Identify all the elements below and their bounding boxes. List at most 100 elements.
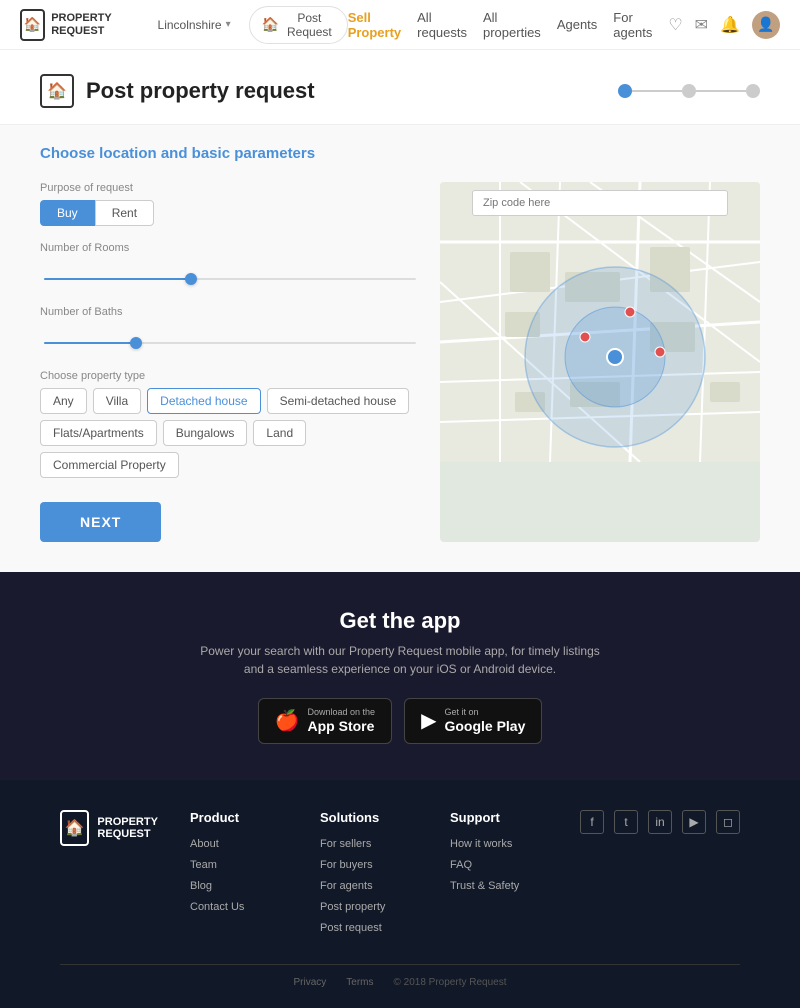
footer-cols: 🏠 PROPERTY REQUEST Product About Team Bl…: [60, 810, 740, 940]
baths-slider[interactable]: [40, 324, 420, 354]
footer-bottom: Privacy Terms © 2018 Property Request: [60, 964, 740, 988]
chevron-down-icon: ▾: [226, 19, 231, 30]
footer-solutions-links: For sellers For buyers For agents Post p…: [320, 835, 450, 934]
page-title-icon: 🏠: [40, 74, 74, 108]
footer-link-contact[interactable]: Contact Us: [190, 901, 244, 913]
app-store-button[interactable]: 🍎 Download on the App Store: [258, 698, 392, 744]
property-type-grid: Any Villa Detached house Semi-detached h…: [40, 388, 420, 478]
footer-product-title: Product: [190, 810, 320, 825]
footer-link-faq[interactable]: FAQ: [450, 859, 472, 871]
next-button[interactable]: NEXT: [40, 502, 161, 542]
footer-link-blog[interactable]: Blog: [190, 880, 212, 892]
prop-land[interactable]: Land: [253, 420, 306, 446]
purpose-field: Purpose of request Buy Rent: [40, 182, 420, 226]
footer-logo-col: 🏠 PROPERTY REQUEST: [60, 810, 190, 852]
google-play-small: Get it on: [444, 707, 525, 718]
prop-villa[interactable]: Villa: [93, 388, 141, 414]
rent-button[interactable]: Rent: [95, 200, 154, 226]
footer-col-support: Support How it works FAQ Trust & Safety: [450, 810, 580, 898]
next-btn-area: NEXT: [40, 502, 420, 542]
linkedin-icon[interactable]: in: [648, 810, 672, 834]
footer-product-links: About Team Blog Contact Us: [190, 835, 320, 913]
nav-sell-property[interactable]: Sell Property: [348, 10, 401, 40]
zip-code-input[interactable]: [472, 190, 728, 216]
nav-agents[interactable]: Agents: [557, 17, 597, 32]
footer-cta-description: Power your search with our Property Requ…: [200, 642, 600, 678]
post-request-icon: 🏠: [262, 16, 279, 33]
map-svg: [440, 182, 760, 462]
baths-label: Number of Baths: [40, 306, 420, 318]
heart-icon[interactable]: ♡: [668, 15, 682, 35]
footer-link-trust[interactable]: Trust & Safety: [450, 880, 519, 892]
nav-all-requests[interactable]: All requests: [417, 10, 467, 40]
prop-flats[interactable]: Flats/Apartments: [40, 420, 157, 446]
footer-link-for-buyers[interactable]: For buyers: [320, 859, 373, 871]
bell-icon[interactable]: 🔔: [720, 15, 740, 35]
footer-col-product: Product About Team Blog Contact Us: [190, 810, 320, 919]
footer-link-how-it-works[interactable]: How it works: [450, 838, 512, 850]
facebook-icon[interactable]: f: [580, 810, 604, 834]
mail-icon[interactable]: ✉: [695, 15, 708, 35]
progress-steps: [618, 84, 760, 98]
step-line-1: [632, 90, 682, 92]
footer-link-post-request[interactable]: Post request: [320, 922, 382, 934]
rooms-fill: [44, 278, 193, 280]
rooms-thumb[interactable]: [185, 273, 197, 285]
purpose-btn-group: Buy Rent: [40, 200, 420, 226]
step-1-dot: [618, 84, 632, 98]
rooms-track: [44, 278, 416, 280]
prop-detached[interactable]: Detached house: [147, 388, 260, 414]
google-play-button[interactable]: ▶ Get it on Google Play: [404, 698, 542, 744]
instagram-icon[interactable]: ◻: [716, 810, 740, 834]
app-store-name: App Store: [308, 718, 375, 734]
footer-social: f t in ▶ ◻: [580, 810, 740, 834]
main-content: Choose location and basic parameters Pur…: [0, 125, 800, 572]
page-title: Post property request: [86, 78, 315, 104]
prop-semi-detached[interactable]: Semi-detached house: [267, 388, 410, 414]
rooms-label: Number of Rooms: [40, 242, 420, 254]
prop-any[interactable]: Any: [40, 388, 87, 414]
post-request-button[interactable]: 🏠 Post Request: [249, 6, 348, 44]
youtube-icon[interactable]: ▶: [682, 810, 706, 834]
form-map-row: Purpose of request Buy Rent Number of Ro…: [40, 182, 760, 542]
footer-cta-title: Get the app: [40, 608, 760, 634]
map-container[interactable]: [440, 182, 760, 542]
post-request-label: Post Request: [284, 11, 335, 39]
footer-link-team[interactable]: Team: [190, 859, 217, 871]
google-play-icon: ▶: [421, 708, 436, 733]
nav-for-agents[interactable]: For agents: [613, 10, 652, 40]
step-2-dot: [682, 84, 696, 98]
buy-button[interactable]: Buy: [40, 200, 95, 226]
prop-bungalows[interactable]: Bungalows: [163, 420, 248, 446]
avatar[interactable]: 👤: [752, 11, 780, 39]
footer-logo-text: PROPERTY REQUEST: [97, 816, 190, 840]
step-3-dot: [746, 84, 760, 98]
footer-link-about[interactable]: About: [190, 838, 219, 850]
page-header: 🏠 Post property request: [0, 50, 800, 125]
rooms-slider[interactable]: [40, 260, 420, 290]
baths-track: [44, 342, 416, 344]
nav-all-properties[interactable]: All properties: [483, 10, 541, 40]
twitter-icon[interactable]: t: [614, 810, 638, 834]
property-type-label: Choose property type: [40, 370, 420, 382]
footer-cta: Get the app Power your search with our P…: [0, 572, 800, 780]
logo-text: PROPERTY REQUEST: [51, 12, 139, 36]
footer-terms-link[interactable]: Terms: [346, 977, 373, 988]
header: 🏠 PROPERTY REQUEST Lincolnshire ▾ 🏠 Post…: [0, 0, 800, 50]
prop-commercial[interactable]: Commercial Property: [40, 452, 179, 478]
baths-field: Number of Baths: [40, 306, 420, 354]
store-buttons: 🍎 Download on the App Store ▶ Get it on …: [40, 698, 760, 744]
footer-link-for-agents[interactable]: For agents: [320, 880, 373, 892]
logo[interactable]: 🏠 PROPERTY REQUEST: [20, 9, 140, 41]
baths-thumb[interactable]: [130, 337, 142, 349]
footer-privacy-link[interactable]: Privacy: [293, 977, 326, 988]
property-type-field: Choose property type Any Villa Detached …: [40, 370, 420, 478]
footer-link-post-property[interactable]: Post property: [320, 901, 385, 913]
google-play-name: Google Play: [444, 718, 525, 734]
footer-link-for-sellers[interactable]: For sellers: [320, 838, 371, 850]
footer-copyright: © 2018 Property Request: [394, 977, 507, 988]
location-selector[interactable]: Lincolnshire ▾: [150, 14, 239, 36]
logo-icon: 🏠: [20, 9, 45, 41]
footer-support-links: How it works FAQ Trust & Safety: [450, 835, 580, 892]
rooms-field: Number of Rooms: [40, 242, 420, 290]
